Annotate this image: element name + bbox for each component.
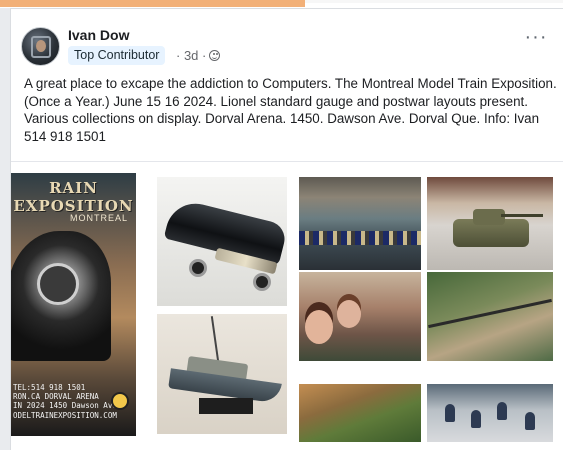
poster-subtitle: MONTREAL — [69, 213, 128, 223]
avatar[interactable] — [21, 27, 60, 66]
post-time[interactable]: · 3d · — [176, 48, 206, 63]
photo-gallery: RAIN EXPOSITION MONTREAL TEL:514 918 150… — [11, 161, 563, 450]
model-boat-photo[interactable] — [157, 314, 287, 434]
poster-logo — [111, 392, 129, 410]
post-meta: · 3d · — [176, 48, 221, 63]
top-contributor-badge[interactable]: Top Contributor — [68, 46, 166, 65]
model-tank-photo[interactable] — [427, 177, 553, 270]
author-name[interactable]: Ivan Dow — [68, 27, 129, 43]
more-options-button[interactable]: ··· — [524, 27, 548, 51]
post-text: A great place to excape the addiction to… — [24, 76, 557, 144]
poster-photo[interactable]: RAIN EXPOSITION MONTREAL TEL:514 918 150… — [11, 173, 136, 436]
model-town-photo[interactable] — [299, 384, 421, 442]
top-accent-bar — [0, 0, 305, 7]
model-car-photo[interactable] — [157, 177, 287, 306]
globe-icon[interactable] — [209, 50, 221, 61]
top-bar — [0, 0, 563, 8]
post-card: Ivan Dow Top Contributor · 3d · ··· A gr… — [10, 8, 563, 450]
crowd-photo[interactable] — [427, 384, 553, 442]
train-layout-photo[interactable] — [427, 272, 553, 361]
exhibition-hall-photo[interactable] — [299, 177, 421, 270]
children-viewing-layout-photo[interactable] — [299, 272, 421, 361]
locomotive-illustration — [11, 231, 111, 361]
poster-title: RAIN EXPOSITION — [13, 179, 134, 215]
